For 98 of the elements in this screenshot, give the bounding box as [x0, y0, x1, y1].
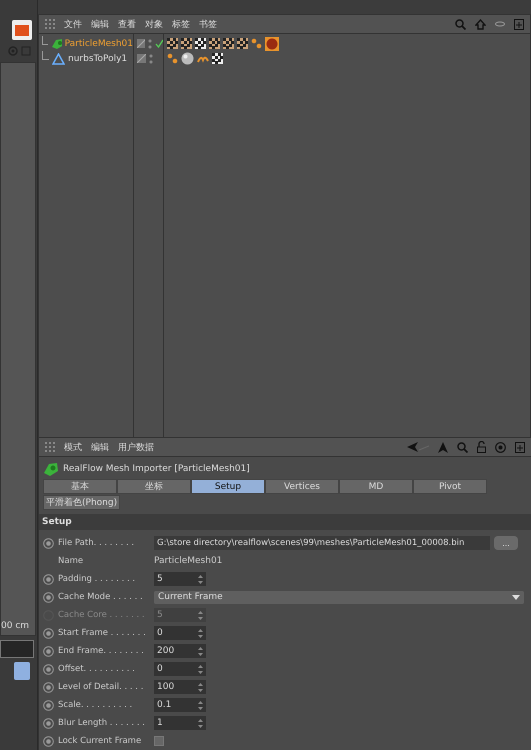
- new-window-icon[interactable]: [514, 18, 524, 30]
- browse-button[interactable]: ...: [494, 536, 518, 550]
- field-label: Blur Length . . . . . . .: [58, 718, 146, 728]
- tab[interactable]: Vertices: [265, 479, 339, 494]
- checker-tag-icon[interactable]: [181, 38, 192, 49]
- field-label: Lock Current Frame: [58, 736, 142, 746]
- field-label: Offset. . . . . . . . . .: [58, 664, 136, 674]
- new-window-icon[interactable]: [515, 442, 525, 452]
- menu-item[interactable]: 编辑: [91, 18, 109, 30]
- field-label: Start Frame . . . . . . .: [58, 628, 147, 638]
- search-icon[interactable]: [457, 442, 468, 452]
- number-field[interactable]: 0: [154, 662, 206, 676]
- particle-mesh-icon: [50, 37, 62, 50]
- object-name[interactable]: nurbsToPoly1: [68, 54, 128, 64]
- home-icon[interactable]: [475, 18, 486, 30]
- field-label: End Frame. . . . . . . .: [58, 646, 145, 656]
- animate-radio-icon[interactable]: [43, 736, 54, 746]
- spinner-arrows-icon[interactable]: [198, 574, 203, 584]
- animate-radio-icon[interactable]: [43, 592, 54, 602]
- spinner-arrows-icon[interactable]: [198, 682, 203, 692]
- section-header: Setup: [39, 514, 531, 530]
- search-icon[interactable]: [455, 18, 466, 30]
- number-field[interactable]: 1: [154, 716, 206, 730]
- checker-tag-icon[interactable]: [212, 53, 223, 64]
- spinner-arrows-icon[interactable]: [198, 718, 203, 728]
- file-path-field[interactable]: G:\store directory\realflow\scenes\99\meshes\ParticleMesh01_00008.bin: [154, 536, 490, 550]
- spinner-arrows-icon[interactable]: [198, 700, 203, 710]
- object-name[interactable]: ParticleMesh01: [64, 38, 133, 48]
- dropdown-field[interactable]: [0, 640, 34, 658]
- menu-item[interactable]: 文件: [64, 18, 82, 30]
- number-field[interactable]: 0: [154, 626, 206, 640]
- lock-icon[interactable]: [477, 441, 486, 453]
- checkmark-icon[interactable]: [154, 39, 164, 48]
- swirl-tag-icon[interactable]: [197, 54, 209, 64]
- minimize-icon[interactable]: [495, 21, 505, 27]
- field-label: Cache Mode . . . . . .: [58, 592, 144, 602]
- name-value: ParticleMesh01: [154, 556, 222, 566]
- checker-tag-icon[interactable]: [223, 38, 234, 49]
- layer-icon[interactable]: [137, 39, 146, 48]
- menu-item[interactable]: 书签: [199, 18, 217, 30]
- tab[interactable]: Setup: [191, 479, 265, 494]
- number-field[interactable]: 200: [154, 644, 206, 658]
- material-tag-icon[interactable]: [265, 36, 279, 50]
- animate-radio-icon[interactable]: [43, 664, 54, 674]
- grip-icon[interactable]: [45, 19, 55, 29]
- tab[interactable]: 平滑着色(Phong): [43, 495, 120, 510]
- tab[interactable]: MD: [339, 479, 413, 494]
- layer-icon[interactable]: [137, 54, 146, 63]
- checker-tag-icon[interactable]: [209, 38, 220, 49]
- particle-mesh-icon: [43, 461, 59, 477]
- spinner-arrows-icon[interactable]: [198, 664, 203, 674]
- cache-mode-dropdown[interactable]: Current Frame: [154, 590, 524, 604]
- grip-icon[interactable]: [45, 442, 55, 452]
- menu-item[interactable]: 编辑: [91, 440, 109, 454]
- unit-label: 00 cm: [1, 621, 30, 633]
- tab[interactable]: 基本: [43, 479, 117, 494]
- tab[interactable]: Pivot: [413, 479, 487, 494]
- field-label: Level of Detail. . . . .: [58, 682, 144, 692]
- caret-icon[interactable]: [512, 594, 520, 600]
- tab[interactable]: 坐标: [117, 479, 191, 494]
- checker-tag-icon[interactable]: [237, 38, 248, 49]
- spinner-arrows-icon[interactable]: [198, 610, 203, 620]
- menu-item[interactable]: 模式: [64, 440, 82, 454]
- dots-tag-icon[interactable]: [167, 53, 178, 64]
- menu-item[interactable]: 对象: [145, 18, 163, 30]
- animate-radio-icon[interactable]: [43, 628, 54, 638]
- number-field[interactable]: 100: [154, 680, 206, 694]
- field-label: Padding . . . . . . . .: [58, 574, 136, 584]
- menu-item[interactable]: 用户数据: [118, 440, 154, 454]
- checker-tag-icon[interactable]: [195, 38, 206, 49]
- back-arrow-icon[interactable]: [407, 442, 429, 452]
- animate-radio-icon[interactable]: [43, 718, 54, 728]
- field-label: File Path. . . . . . . .: [58, 538, 136, 548]
- target-icon[interactable]: [495, 442, 506, 452]
- checkbox[interactable]: [154, 736, 164, 746]
- polygon-icon: [52, 52, 65, 64]
- number-field[interactable]: 0.1: [154, 698, 206, 712]
- field-label: Name: [58, 556, 84, 566]
- visibility-dots-icon[interactable]: [148, 38, 152, 48]
- spinner-arrows-icon[interactable]: [198, 628, 203, 638]
- object-title: RealFlow Mesh Importer [ParticleMesh01]: [63, 464, 250, 474]
- menu-item[interactable]: 查看: [118, 18, 136, 30]
- animate-radio-icon[interactable]: [43, 646, 54, 656]
- visibility-dots-icon[interactable]: [149, 54, 153, 64]
- menu-item[interactable]: 标签: [172, 18, 190, 30]
- folder-icon[interactable]: [12, 20, 32, 40]
- sphere-tag-icon[interactable]: [181, 52, 194, 65]
- animate-radio-icon[interactable]: [43, 574, 54, 584]
- field-label: Scale. . . . . . . . . .: [58, 700, 134, 710]
- number-field[interactable]: 5: [154, 572, 206, 586]
- animate-radio-icon[interactable]: [43, 700, 54, 710]
- animate-radio-icon[interactable]: [43, 538, 54, 548]
- animate-radio-icon[interactable]: [43, 682, 54, 692]
- up-arrow-icon[interactable]: [438, 442, 448, 452]
- checker-tag-icon[interactable]: [167, 38, 178, 49]
- field-label: Cache Core . . . . . . .: [58, 610, 146, 620]
- dots-tag-icon[interactable]: [251, 38, 262, 49]
- spinner-arrows-icon[interactable]: [198, 646, 203, 656]
